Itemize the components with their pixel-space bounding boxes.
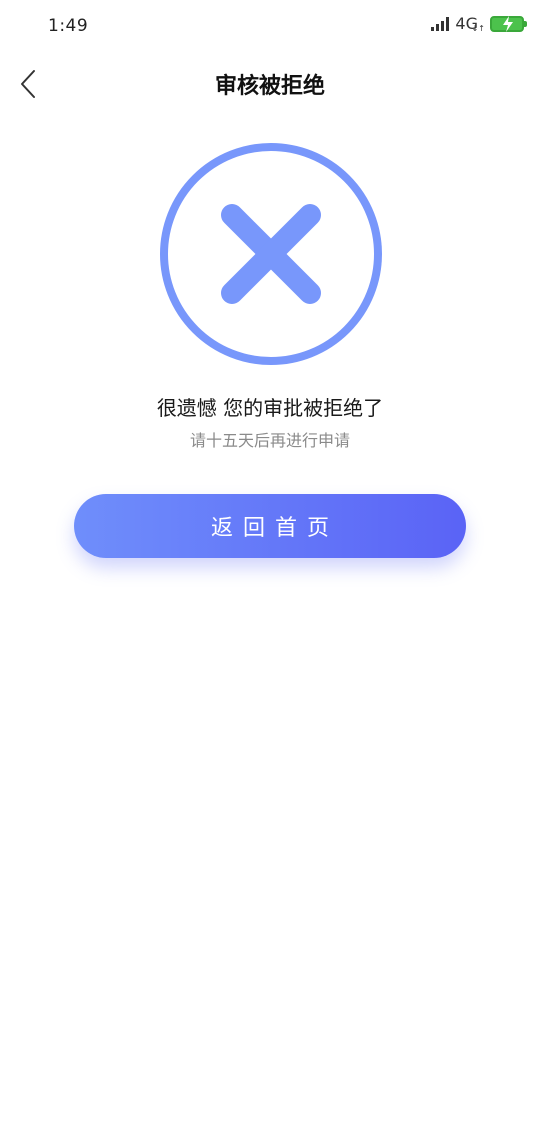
nav-bar: 审核被拒绝: [0, 52, 540, 116]
page-title: 审核被拒绝: [214, 74, 325, 99]
rejection-message: 很遗憾 您的审批被拒绝了: [156, 396, 384, 420]
network-activity-icon: ↓↑: [471, 24, 485, 33]
battery-icon: [490, 16, 527, 32]
close-circle-icon: [160, 143, 382, 365]
status-time: 1:49: [48, 16, 89, 36]
status-bar: 1:49 4G ↓↑: [0, 0, 540, 52]
charging-bolt-icon: [503, 16, 513, 32]
rejected-status: [157, 140, 385, 368]
reapply-hint: 请十五天后再进行申请: [189, 431, 350, 450]
network-indicator: 4G ↓↑: [455, 15, 485, 33]
signal-icon: [431, 17, 450, 31]
return-home-button[interactable]: 返回首页: [74, 494, 466, 558]
status-indicators: 4G ↓↑: [431, 15, 527, 33]
